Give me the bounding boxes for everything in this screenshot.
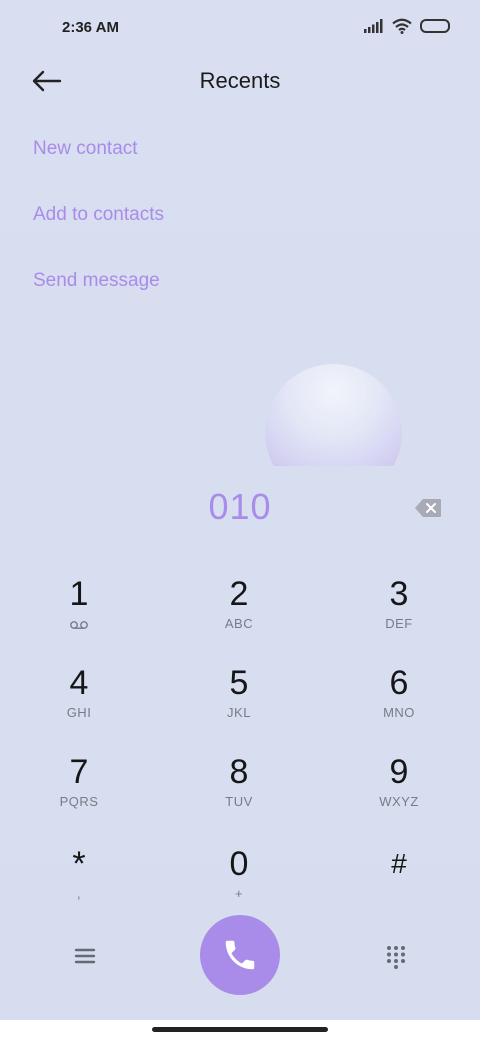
wifi-icon — [392, 18, 412, 34]
key-digit: 9 — [389, 753, 409, 791]
key-digit: # — [391, 848, 407, 879]
key-letters: , — [76, 886, 82, 901]
key-1[interactable]: 1 — [19, 574, 139, 654]
action-list: New contact Add to contacts Send message — [33, 136, 164, 334]
battery-icon — [420, 19, 450, 33]
key-digit: * — [72, 845, 86, 883]
key-digit: 1 — [69, 575, 89, 613]
home-indicator[interactable] — [152, 1027, 328, 1032]
key-letters: + — [234, 886, 244, 901]
key-digit: 8 — [229, 753, 249, 791]
key-4[interactable]: 4 GHI — [19, 663, 139, 743]
key-letters: TUV — [225, 794, 253, 809]
key-digit: 2 — [229, 575, 249, 613]
key-2[interactable]: 2 ABC — [179, 574, 299, 654]
new-contact-link[interactable]: New contact — [33, 136, 164, 202]
key-8[interactable]: 8 TUV — [179, 752, 299, 832]
status-time: 2:36 AM — [62, 19, 119, 36]
backspace-icon[interactable] — [414, 498, 442, 518]
key-digit: 7 — [69, 753, 89, 791]
key-9[interactable]: 9 WXYZ — [339, 752, 459, 832]
key-7[interactable]: 7 PQRS — [19, 752, 139, 832]
status-icons — [364, 18, 450, 34]
add-to-contacts-link[interactable]: Add to contacts — [33, 202, 164, 268]
voicemail-icon — [70, 621, 88, 629]
key-letters: PQRS — [59, 794, 99, 809]
bottom-controls — [0, 915, 480, 997]
key-letters: GHI — [66, 705, 92, 720]
header: Recents — [0, 56, 480, 108]
key-3[interactable]: 3 DEF — [339, 574, 459, 654]
decorative-sphere — [265, 364, 402, 466]
page-title: Recents — [199, 68, 281, 93]
key-digit: 6 — [389, 664, 409, 702]
dialpad-icon[interactable] — [384, 945, 408, 969]
key-0[interactable]: 0 + — [179, 844, 299, 924]
dialed-number: 010 — [208, 486, 272, 527]
key-digit: 3 — [389, 575, 409, 613]
key-digit: 0 — [229, 845, 249, 883]
signal-icon — [364, 19, 383, 33]
send-message-link[interactable]: Send message — [33, 268, 164, 334]
dialer-screen: 2:36 AM Recents New contact Add to conta… — [0, 0, 480, 1020]
key-5[interactable]: 5 JKL — [179, 663, 299, 743]
key-letters: MNO — [383, 705, 415, 720]
key-letters: JKL — [227, 705, 251, 720]
menu-icon[interactable] — [72, 945, 98, 967]
key-digit: 5 — [229, 664, 249, 702]
phone-icon — [225, 940, 255, 970]
key-star[interactable]: * , — [19, 844, 139, 924]
key-letters: ABC — [224, 616, 254, 631]
call-button[interactable] — [200, 915, 280, 995]
key-letters: WXYZ — [379, 794, 419, 809]
key-hash[interactable]: # — [339, 844, 459, 924]
key-letters: DEF — [385, 616, 413, 631]
key-digit: 4 — [69, 664, 89, 702]
key-6[interactable]: 6 MNO — [339, 663, 459, 743]
status-bar: 2:36 AM — [0, 0, 480, 56]
